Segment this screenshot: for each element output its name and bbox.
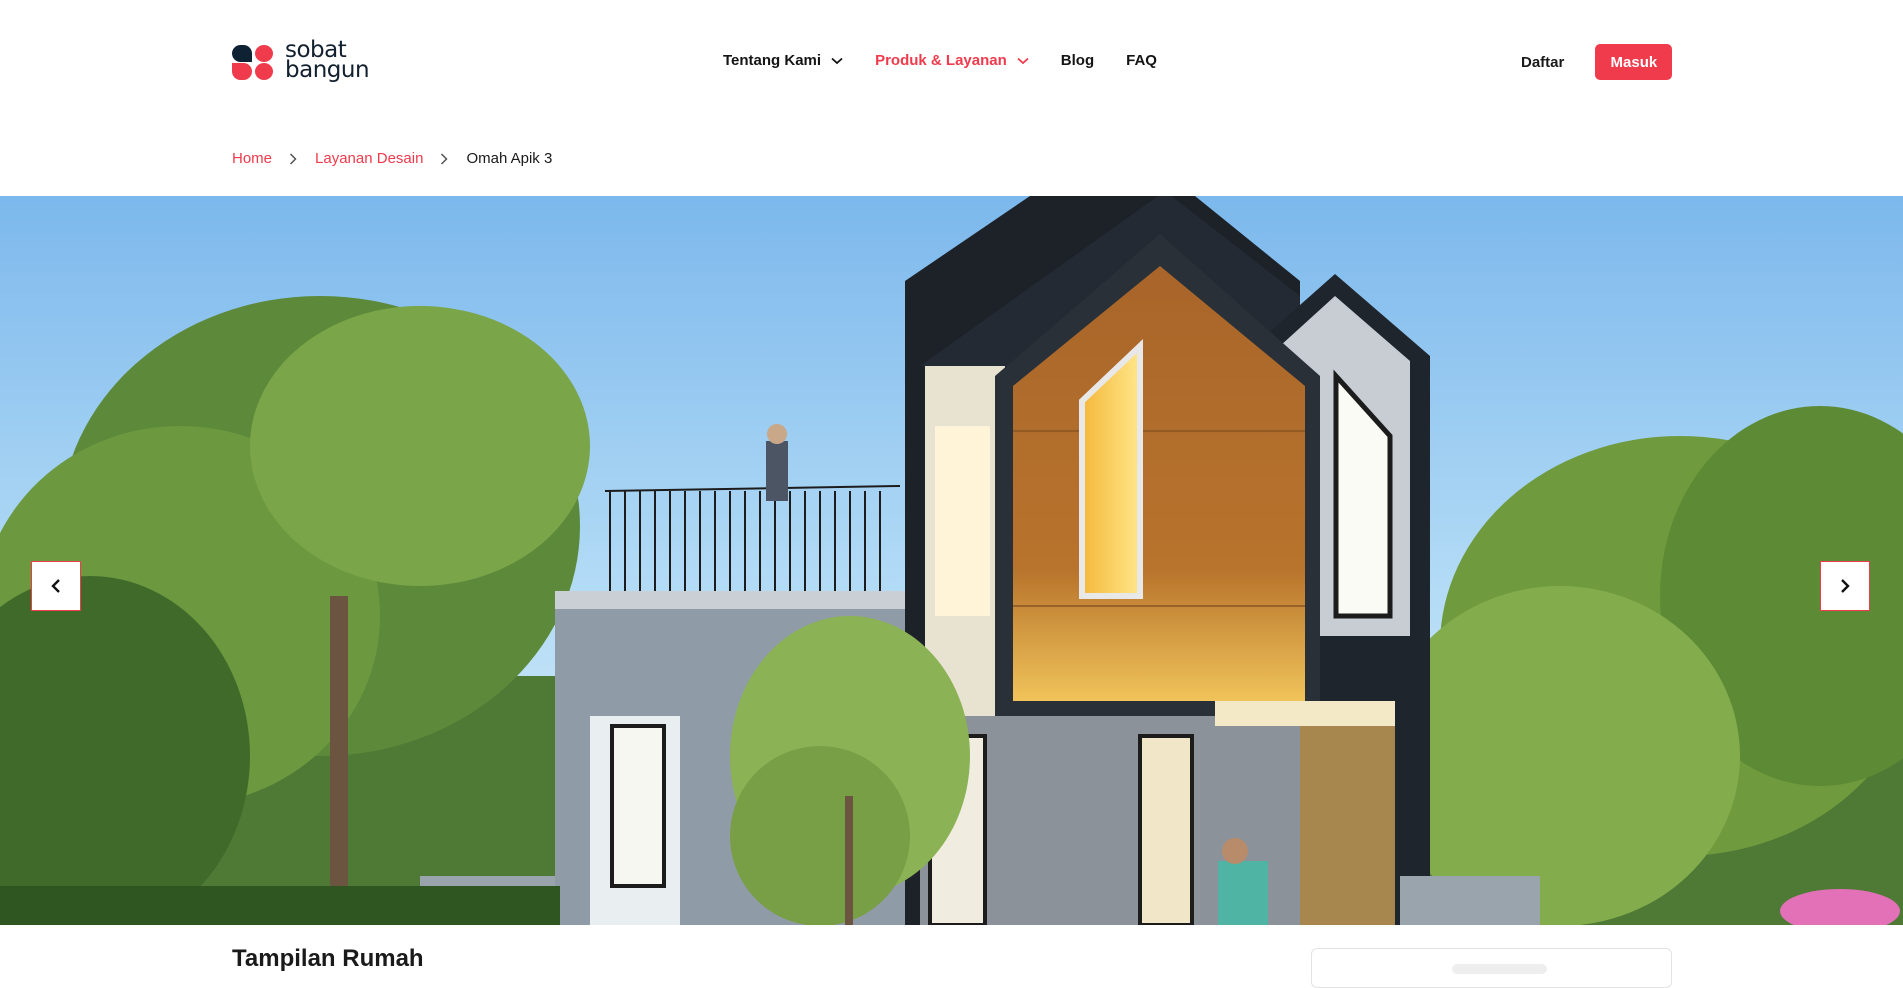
nav-item-label: FAQ <box>1126 52 1157 69</box>
nav-item-blog[interactable]: Blog <box>1061 52 1094 69</box>
chevron-down-icon <box>1017 57 1029 64</box>
hero-carousel <box>0 196 1903 925</box>
nav-item-produk-layanan[interactable]: Produk & Layanan <box>875 52 1029 69</box>
nav-item-label: Produk & Layanan <box>875 52 1007 69</box>
chevron-left-icon <box>51 579 60 593</box>
carousel-next-button[interactable] <box>1820 561 1870 611</box>
chevron-down-icon <box>831 57 843 64</box>
nav-item-label: Tentang Kami <box>723 52 822 69</box>
register-link[interactable]: Daftar <box>1521 54 1564 71</box>
logo-mark-icon <box>232 41 277 80</box>
house-render-image <box>0 196 1903 925</box>
breadcrumb-layanan-desain[interactable]: Layanan Desain <box>315 150 423 167</box>
breadcrumb-current: Omah Apik 3 <box>466 150 553 167</box>
nav-item-faq[interactable]: FAQ <box>1126 52 1157 69</box>
main-nav: Tentang Kami Produk & Layanan Blog FAQ <box>723 52 1189 69</box>
side-card <box>1311 948 1672 988</box>
breadcrumb: Home Layanan Desain Omah Apik 3 <box>232 150 552 167</box>
logo-text-line2: bangun <box>285 57 370 83</box>
logo-text: sobat bangun <box>285 39 370 83</box>
breadcrumb-home[interactable]: Home <box>232 150 272 167</box>
site-logo[interactable]: sobat bangun <box>232 39 370 83</box>
chevron-right-icon <box>289 152 297 165</box>
auth-actions: Daftar Masuk <box>1521 44 1673 80</box>
chevron-right-icon <box>440 152 448 165</box>
carousel-prev-button[interactable] <box>31 561 81 611</box>
nav-item-label: Blog <box>1060 52 1095 69</box>
login-button[interactable]: Masuk <box>1595 44 1673 80</box>
site-header: sobat bangun Tentang Kami Produk & Layan… <box>0 0 1903 123</box>
chevron-right-icon <box>1841 579 1850 593</box>
nav-item-tentang-kami[interactable]: Tentang Kami <box>723 52 843 69</box>
side-card-pill <box>1452 964 1547 974</box>
